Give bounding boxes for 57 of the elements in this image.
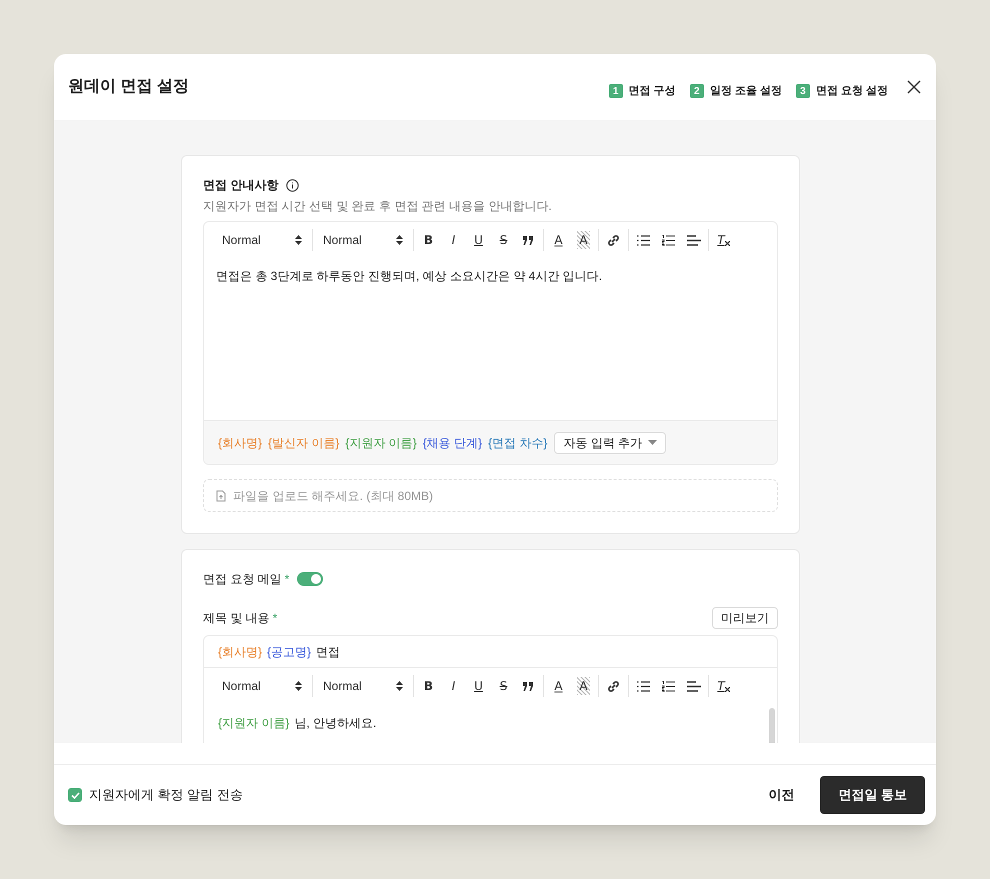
strikethrough-button[interactable]: S (493, 676, 514, 696)
bold-button[interactable]: B (418, 676, 439, 696)
variable-tag: {공고명} (267, 642, 312, 660)
info-icon[interactable] (286, 178, 300, 192)
clear-format-button[interactable]: T (713, 676, 734, 696)
variable-tag[interactable]: {채용 단계} (422, 434, 482, 452)
editor-text[interactable]: 면접은 총 3단계로 하루동안 진행되며, 예상 소요시간은 약 4시간 입니다. (216, 267, 765, 285)
format-select[interactable]: Normal (216, 677, 308, 695)
bold-button[interactable]: B (418, 230, 439, 250)
submit-button[interactable]: 면접일 통보 (820, 776, 925, 814)
italic-button[interactable]: I (443, 230, 464, 250)
updown-icon (295, 681, 302, 691)
small-x-icon (724, 240, 730, 246)
toggle-switch[interactable] (297, 572, 324, 586)
dialog-title: 원데이 면접 설정 (68, 77, 189, 97)
format-select[interactable]: Normal (216, 231, 308, 249)
italic-button[interactable]: I (443, 676, 464, 696)
underline-button[interactable]: U (468, 230, 489, 250)
checkbox-label: 지원자에게 확정 알림 전송 (89, 786, 243, 804)
step-label: 면접 요청 설정 (816, 84, 888, 99)
required-mark: * (284, 571, 290, 588)
subject-field[interactable]: {회사명} {공고명} 면접 (204, 636, 777, 668)
step-number: 1 (608, 84, 623, 98)
close-button[interactable] (906, 79, 922, 95)
section-title: 면접 안내사항 (203, 177, 278, 194)
section-description: 지원자가 면접 시간 선택 및 완료 후 면접 관련 내용을 안내합니다. (203, 198, 553, 215)
body-text: 님, 안녕하세요. (294, 715, 376, 732)
variable-tag: {회사명} (218, 642, 262, 660)
updown-icon (295, 235, 302, 245)
body-text: 면접 (316, 644, 340, 660)
clear-format-button[interactable]: T (713, 230, 734, 250)
text-color-button[interactable]: A (548, 230, 569, 250)
file-upload-icon (216, 490, 226, 502)
format-select[interactable]: Normal (317, 677, 409, 695)
step-number: 3 (796, 84, 810, 98)
small-x-icon (724, 686, 730, 692)
step-label: 면접 구성 (628, 84, 676, 99)
step-label: 일정 조율 설정 (710, 84, 782, 99)
section-title: 면접 요청 메일 (203, 571, 282, 588)
variable-tag: {지원자 이름} (218, 712, 290, 734)
strikethrough-button[interactable]: S (493, 230, 514, 250)
step-number: 2 (690, 84, 704, 98)
text-color-button[interactable]: A (548, 676, 569, 696)
updown-icon (396, 235, 403, 245)
checkbox[interactable] (68, 788, 82, 802)
caret-icon (648, 440, 658, 445)
back-button[interactable]: 이전 (760, 776, 802, 814)
variable-tag[interactable]: {면접 차수} (488, 434, 548, 452)
format-select[interactable]: Normal (317, 231, 409, 249)
add-variable-dropdown[interactable]: 자동 입력 추가 (554, 432, 666, 454)
check-icon (70, 792, 80, 798)
underline-button[interactable]: U (468, 676, 489, 696)
updown-icon (396, 681, 403, 691)
field-label: 제목 및 내용 (203, 610, 270, 627)
preview-button[interactable]: 미리보기 (712, 607, 778, 629)
upload-placeholder: 파일을 업로드 해주세요. (최대 80MB) (233, 488, 434, 504)
required-mark: * (272, 610, 278, 627)
